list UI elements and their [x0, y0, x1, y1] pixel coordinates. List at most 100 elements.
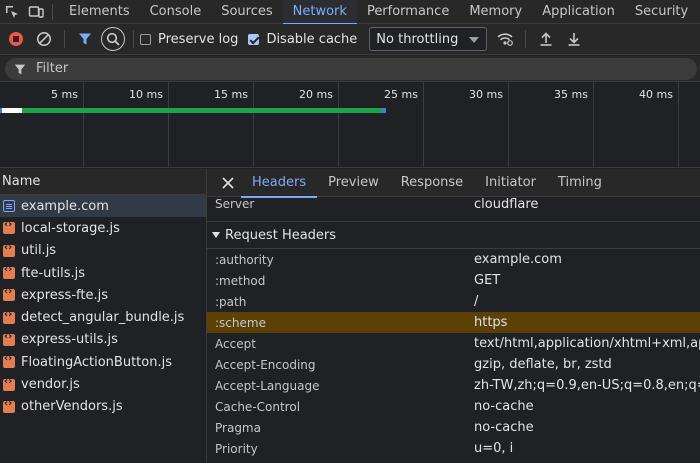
section-title: Request Headers — [225, 227, 337, 243]
disable-cache-checkbox[interactable]: Disable cache — [248, 32, 357, 47]
tab-memory[interactable]: Memory — [459, 0, 532, 24]
timeline-tick-label: 25 ms — [384, 88, 418, 101]
header-value: no-cache — [474, 420, 534, 435]
request-row[interactable]: local-storage.js — [0, 217, 206, 239]
timeline-tick-label: 20 ms — [299, 88, 333, 101]
details-tabs: Headers Preview Response Initiator Timin… — [207, 169, 700, 198]
name-column-header[interactable]: Name — [0, 169, 206, 195]
tab-timing[interactable]: Timing — [547, 169, 613, 197]
timeline-gridline — [338, 82, 339, 168]
tab-application[interactable]: Application — [532, 0, 625, 24]
timeline-gridline — [168, 82, 169, 168]
tab-elements[interactable]: Elements — [59, 0, 140, 24]
tab-headers[interactable]: Headers — [241, 169, 318, 198]
device-toolbar-icon[interactable] — [24, 0, 48, 24]
request-name: FloatingActionButton.js — [21, 354, 172, 370]
disable-cache-box[interactable] — [248, 33, 260, 45]
header-name: :path — [215, 294, 247, 309]
timeline-gridline — [83, 82, 84, 168]
request-row[interactable]: express-utils.js — [0, 329, 206, 351]
header-name: Accept-Language — [215, 378, 320, 393]
filter-icon[interactable] — [73, 27, 97, 51]
request-name: fte-utils.js — [21, 265, 85, 281]
filter-input[interactable]: Filter — [5, 57, 697, 80]
request-row[interactable]: express-fte.js — [0, 284, 206, 306]
header-row: :authority example.com — [207, 249, 700, 270]
timeline-tick-label: 35 ms — [554, 88, 588, 101]
preserve-log-box[interactable] — [140, 33, 151, 45]
request-name: local-storage.js — [21, 220, 120, 236]
request-row[interactable]: otherVendors.js — [0, 396, 206, 418]
tab-response[interactable]: Response — [390, 169, 474, 197]
request-row[interactable]: vendor.js — [0, 373, 206, 395]
header-row: Accept-Language zh-TW,zh;q=0.9,en-US;q=0… — [207, 375, 700, 396]
chevron-down-icon — [469, 37, 480, 43]
import-har-icon[interactable] — [534, 27, 558, 51]
clear-icon[interactable] — [32, 27, 56, 51]
request-row[interactable]: fte-utils.js — [0, 262, 206, 284]
timeline-bar-dom — [382, 108, 386, 113]
timeline-gridline — [508, 82, 509, 168]
script-icon — [3, 353, 15, 369]
record-stop-icon[interactable] — [4, 27, 28, 51]
request-headers-section[interactable]: Request Headers — [207, 221, 700, 249]
header-row-highlighted: :scheme https — [207, 312, 700, 333]
tab-console[interactable]: Console — [140, 0, 212, 24]
throttling-select[interactable]: No throttling — [369, 27, 488, 51]
request-row[interactable]: detect_angular_bundle.js — [0, 306, 206, 328]
timeline-overview[interactable]: 5 ms 10 ms 15 ms 20 ms 25 ms 30 ms 35 ms… — [0, 82, 700, 168]
preserve-log-label: Preserve log — [158, 31, 239, 47]
tab-preview[interactable]: Preview — [317, 169, 390, 197]
timeline-tick-label: 5 ms — [51, 88, 78, 101]
script-icon — [3, 376, 15, 391]
devtools-tabs: Elements Console Sources Network Perform… — [59, 0, 698, 25]
header-value: text/html,application/xhtml+xml,app — [474, 336, 700, 351]
script-icon — [3, 219, 15, 235]
header-name: Server — [215, 197, 255, 211]
header-row: :path / — [207, 291, 700, 312]
header-name: Pragma — [215, 420, 261, 435]
header-value: example.com — [474, 252, 562, 267]
header-row: Priority u=0, i — [207, 438, 700, 459]
preserve-log-checkbox[interactable]: Preserve log — [140, 32, 238, 47]
timeline-tick-label: 10 ms — [129, 88, 163, 101]
header-name: Priority — [215, 441, 258, 456]
inspect-element-icon[interactable] — [0, 0, 24, 24]
script-icon — [3, 242, 15, 257]
header-row: Accept text/html,application/xhtml+xml,a… — [207, 333, 700, 354]
request-name: util.js — [21, 243, 57, 259]
filter-row: Filter — [0, 56, 700, 82]
tab-performance[interactable]: Performance — [357, 0, 459, 24]
request-row[interactable]: example.com — [0, 195, 206, 218]
search-icon[interactable] — [101, 27, 125, 51]
request-name: express-utils.js — [21, 332, 118, 348]
request-name: vendor.js — [21, 377, 80, 393]
export-har-icon[interactable] — [562, 27, 586, 51]
timeline-bar-waiting — [2, 108, 22, 113]
script-icon — [3, 398, 15, 413]
timeline-tick-label: 40 ms — [639, 88, 673, 101]
tab-initiator[interactable]: Initiator — [474, 169, 547, 197]
close-icon[interactable] — [215, 169, 241, 197]
header-row: Pragma no-cache — [207, 417, 700, 438]
request-name: otherVendors.js — [21, 399, 123, 415]
script-icon — [3, 331, 15, 346]
timeline-tick-label: 30 ms — [469, 88, 503, 101]
timeline-bar-download — [22, 108, 382, 113]
filter-placeholder: Filter — [36, 61, 69, 76]
tab-security[interactable]: Security — [625, 0, 698, 24]
script-icon — [3, 264, 15, 280]
header-row: Cache-Control no-cache — [207, 396, 700, 417]
header-row: Accept-Encoding gzip, deflate, br, zstd — [207, 354, 700, 375]
tab-network[interactable]: Network — [282, 0, 358, 25]
request-row[interactable]: util.js — [0, 240, 206, 262]
tab-sources[interactable]: Sources — [211, 0, 282, 24]
expand-triangle-icon — [212, 232, 220, 238]
toolbar-divider — [525, 30, 527, 48]
header-name: :scheme — [215, 315, 266, 330]
network-conditions-icon[interactable] — [493, 27, 517, 51]
header-value: GET — [474, 273, 501, 288]
request-row[interactable]: FloatingActionButton.js — [0, 351, 206, 373]
header-value: gzip, deflate, br, zstd — [474, 357, 612, 372]
timeline-gridline — [253, 82, 254, 168]
